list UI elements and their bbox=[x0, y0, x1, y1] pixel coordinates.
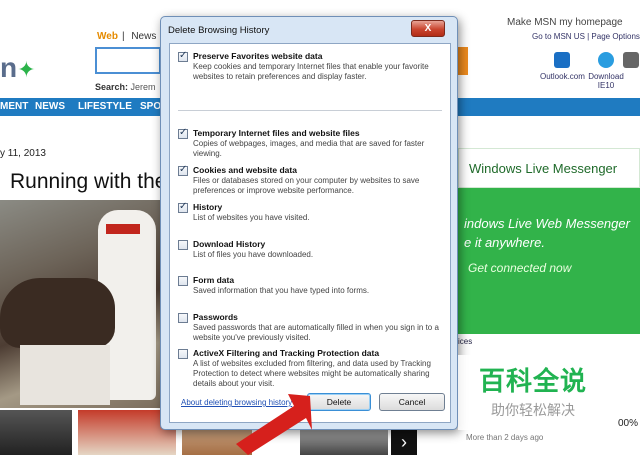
check-icon: ✓ bbox=[179, 50, 188, 61]
option-label: Temporary Internet files and website fil… bbox=[193, 128, 360, 138]
option-description: List of files you have downloaded. bbox=[193, 250, 314, 259]
timestamp: More than 2 days ago bbox=[466, 433, 544, 442]
search-hint-value[interactable]: Jerem bbox=[131, 82, 156, 92]
msn-logo[interactable]: n✦ bbox=[0, 52, 36, 84]
nav-news[interactable]: NEWS bbox=[35, 101, 65, 112]
option-description: Keep cookies and temporary Internet file… bbox=[193, 62, 429, 81]
option-description: A list of websites excluded from filteri… bbox=[193, 359, 431, 388]
divider bbox=[178, 110, 442, 111]
option-label: Passwords bbox=[193, 312, 238, 322]
tile-outlook[interactable]: Outlook.com bbox=[540, 52, 585, 81]
tile-ie-label: Download IE10 bbox=[588, 72, 624, 90]
checkbox-temporary-files[interactable]: ✓ bbox=[178, 127, 188, 139]
checkbox-preserve-favorites[interactable]: ✓ bbox=[178, 50, 188, 62]
close-icon: X bbox=[424, 23, 432, 34]
ad-hero-line1: indows Live Web Messenger bbox=[464, 216, 630, 231]
option-label: Form data bbox=[193, 275, 235, 285]
check-icon: ✓ bbox=[179, 201, 188, 212]
ad-hero-line2: e it anywhere. bbox=[464, 235, 545, 250]
checkbox-download-history[interactable] bbox=[178, 240, 188, 250]
checkbox-activex-tracking[interactable] bbox=[178, 349, 188, 359]
make-homepage-link[interactable]: Make MSN my homepage bbox=[507, 17, 623, 28]
watermark-title: 百科全说 bbox=[478, 366, 587, 396]
search-hint-label: Search: bbox=[95, 82, 129, 92]
check-icon: ✓ bbox=[179, 164, 188, 175]
thumbnail[interactable] bbox=[0, 410, 72, 455]
dialog-title: Delete Browsing History bbox=[168, 25, 270, 36]
ad-cta[interactable]: Get connected now bbox=[468, 261, 571, 275]
option-label: Cookies and website data bbox=[193, 165, 297, 175]
option-label: History bbox=[193, 202, 223, 212]
zoom-level: 00% bbox=[618, 418, 639, 429]
tile-more[interactable] bbox=[622, 52, 640, 72]
nav-entertainment[interactable]: MENT bbox=[0, 101, 28, 112]
ad-hero: indows Live Web Messenger e it anywhere. bbox=[464, 214, 630, 252]
checkbox-cookies[interactable]: ✓ bbox=[178, 164, 188, 176]
next-arrow-button[interactable]: › bbox=[391, 430, 417, 455]
search-tab-web[interactable]: Web bbox=[97, 31, 118, 42]
option-label: Download History bbox=[193, 239, 266, 249]
ie-icon bbox=[598, 52, 614, 68]
search-hint: Search: Jerem bbox=[95, 82, 156, 92]
option-description: List of websites you have visited. bbox=[193, 213, 310, 222]
nav-lifestyle[interactable]: LIFESTYLE bbox=[78, 101, 132, 112]
dialog-body: ✓ Preserve Favorites website data Keep c… bbox=[169, 43, 451, 423]
option-description: Files or databases stored on your comput… bbox=[193, 176, 420, 195]
checkbox-passwords[interactable] bbox=[178, 313, 188, 323]
nav-sports[interactable]: SPO bbox=[140, 101, 161, 112]
search-tab-news[interactable]: News bbox=[131, 31, 156, 42]
bull-run-photo[interactable] bbox=[0, 200, 162, 408]
option-label: Preserve Favorites website data bbox=[193, 51, 323, 61]
ad-brand: Windows Live Messenger bbox=[469, 161, 618, 176]
option-description: Saved information that you have typed in… bbox=[193, 286, 370, 295]
delete-browsing-history-dialog: Delete Browsing History X ✓ Preserve Fav… bbox=[160, 16, 458, 430]
cancel-button[interactable]: Cancel bbox=[379, 393, 445, 411]
red-arrow-icon bbox=[236, 394, 312, 455]
option-label: ActiveX Filtering and Tracking Protectio… bbox=[193, 348, 380, 358]
check-icon: ✓ bbox=[179, 127, 188, 138]
option-description: Copies of webpages, images, and media th… bbox=[193, 139, 425, 158]
baike-watermark: 百科全说 助你轻松解决 bbox=[458, 355, 608, 430]
watermark-subtitle: 助你轻松解决 bbox=[491, 402, 575, 418]
ad-choices-link[interactable]: ices bbox=[458, 337, 472, 346]
article-date: y 11, 2013 bbox=[0, 148, 46, 159]
outlook-icon bbox=[554, 52, 570, 68]
tile-outlook-label: Outlook.com bbox=[540, 72, 585, 81]
grid-icon bbox=[623, 52, 639, 68]
article-headline[interactable]: Running with the bbox=[10, 170, 166, 194]
close-button[interactable]: X bbox=[411, 20, 445, 37]
checkbox-form-data[interactable] bbox=[178, 276, 188, 286]
search-button[interactable] bbox=[458, 47, 468, 75]
page-options-links[interactable]: Go to MSN US | Page Options bbox=[532, 32, 640, 41]
search-input[interactable] bbox=[95, 47, 161, 74]
messenger-ad[interactable]: Windows Live Messenger indows Live Web M… bbox=[458, 148, 640, 334]
checkbox-history[interactable]: ✓ bbox=[178, 201, 188, 213]
option-description: Saved passwords that are automatically f… bbox=[193, 323, 439, 342]
